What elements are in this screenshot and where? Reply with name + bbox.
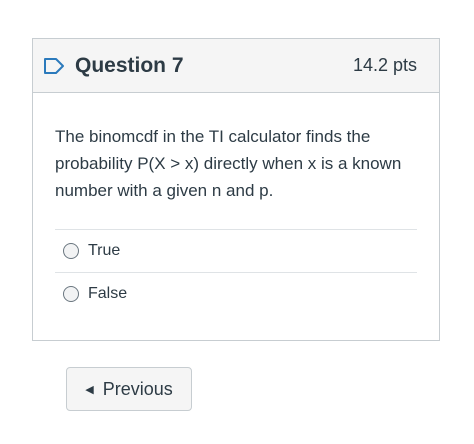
radio-button-icon[interactable] — [63, 243, 79, 259]
question-title: Question 7 — [75, 53, 184, 77]
answer-option-false[interactable]: False — [55, 273, 417, 315]
answer-label[interactable]: False — [88, 285, 127, 303]
question-card: Question 7 14.2 pts The binomcdf in the … — [32, 38, 440, 341]
previous-button[interactable]: ◀ Previous — [66, 367, 192, 411]
answer-list: True False — [55, 229, 417, 315]
answer-option-true[interactable]: True — [55, 230, 417, 273]
answer-label[interactable]: True — [88, 242, 120, 260]
question-text: The binomcdf in the TI calculator finds … — [55, 127, 402, 200]
question-header: Question 7 14.2 pts — [33, 39, 439, 93]
question-body: The binomcdf in the TI calculator finds … — [33, 93, 439, 315]
radio-button-icon[interactable] — [63, 286, 79, 302]
question-points: 14.2 pts — [352, 55, 417, 75]
flag-icon[interactable] — [43, 57, 65, 75]
caret-left-icon: ◀ — [85, 383, 94, 396]
previous-label: Previous — [102, 378, 173, 399]
